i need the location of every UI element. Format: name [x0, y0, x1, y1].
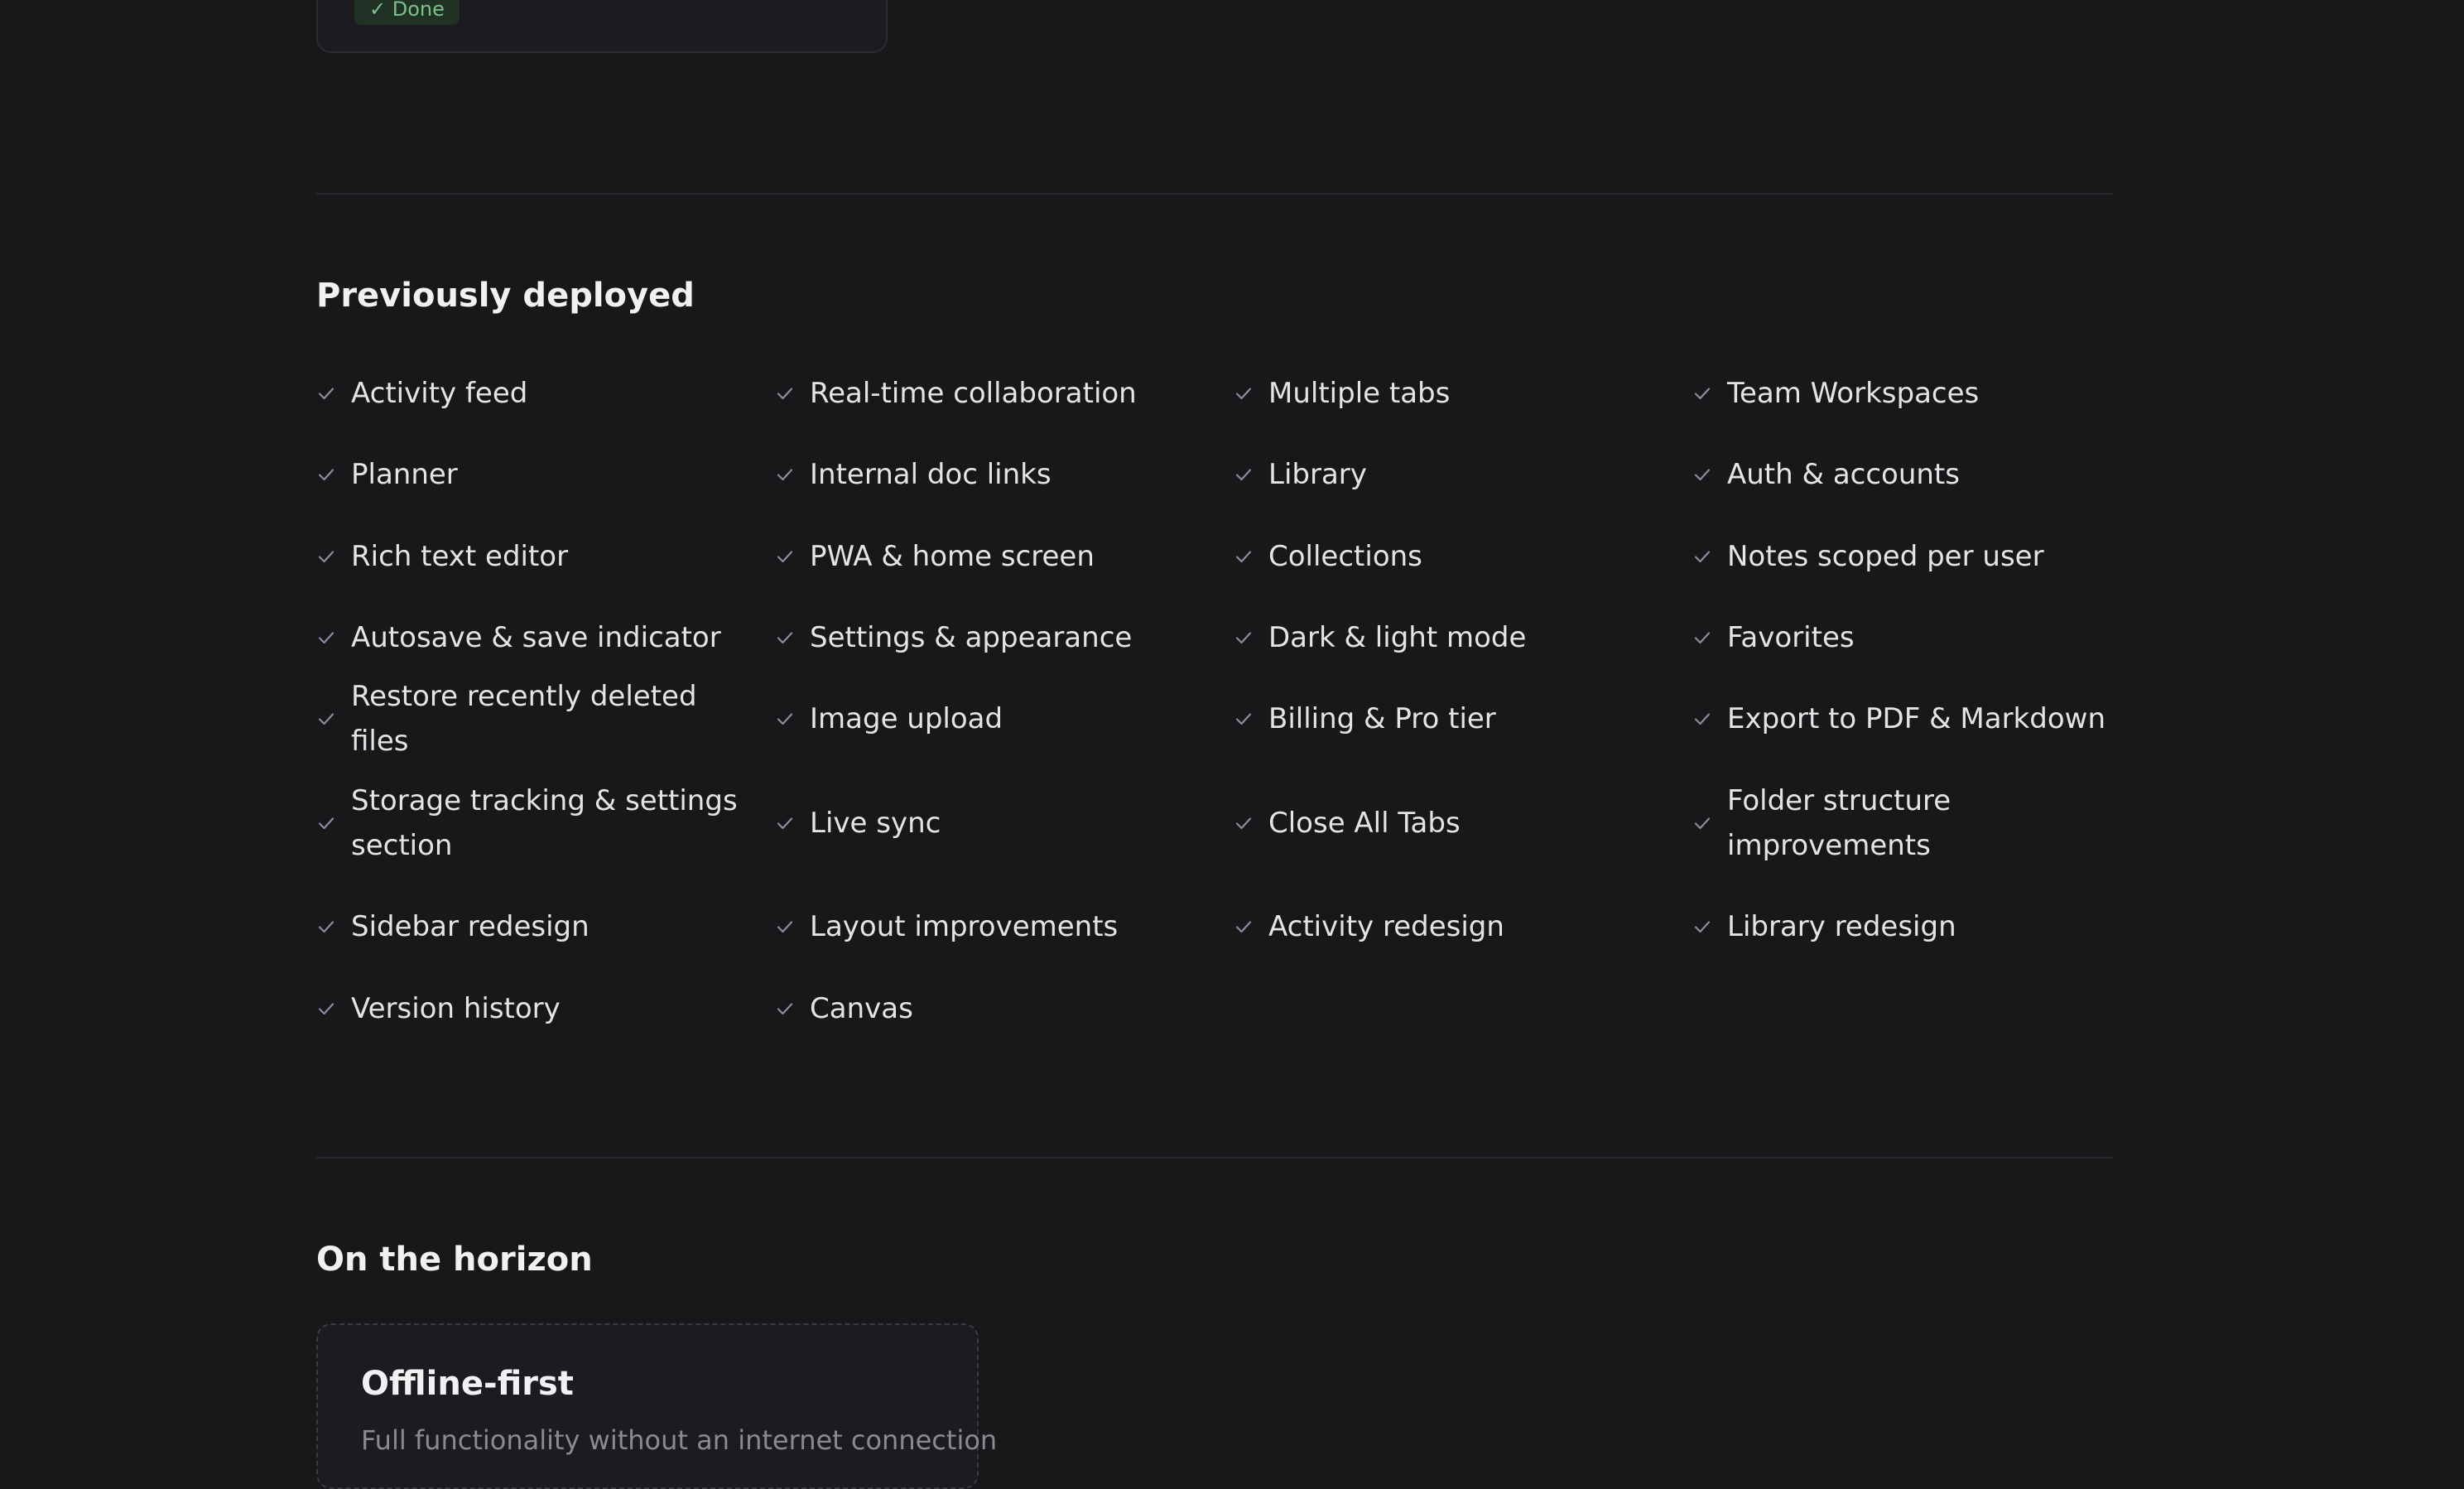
deployed-feature-item: Sidebar redesign	[316, 904, 747, 949]
horizon-card-title: Offline-first	[361, 1365, 574, 1403]
check-icon	[777, 921, 793, 933]
deployed-feature-label: Favorites	[1727, 621, 1855, 654]
deployed-feature-item: Export to PDF & Markdown	[1692, 696, 2123, 741]
check-icon	[1235, 632, 1252, 644]
deployed-feature-item: Auth & accounts	[1692, 452, 2123, 497]
deployed-feature-label: Activity redesign	[1268, 910, 1504, 943]
deployed-feature-item: Favorites	[1692, 615, 2123, 660]
check-icon	[777, 713, 793, 725]
deployed-feature-label: Version history	[351, 992, 561, 1025]
check-icon	[777, 1003, 793, 1015]
deployed-feature-label: Real-time collaboration	[810, 377, 1137, 410]
deployed-feature-label: Billing & Pro tier	[1268, 702, 1496, 735]
on-the-horizon-heading: On the horizon	[316, 1241, 593, 1279]
deployed-feature-label: Multiple tabs	[1268, 377, 1451, 410]
deployed-feature-label: Library redesign	[1727, 910, 1956, 943]
deployed-feature-label: Library	[1268, 458, 1367, 491]
deployed-feature-label: Autosave & save indicator	[351, 621, 721, 654]
deployed-feature-item: Library redesign	[1692, 904, 2123, 949]
deployed-feature-item: Team Workspaces	[1692, 371, 2123, 416]
section-divider	[316, 1157, 2113, 1159]
deployed-feature-label: Live sync	[810, 807, 941, 840]
deployed-feature-label: PWA & home screen	[810, 540, 1095, 573]
deployed-feature-label: Layout improvements	[810, 910, 1119, 943]
deployed-feature-label: Rich text editor	[351, 540, 569, 573]
check-icon	[1694, 632, 1711, 644]
check-icon	[1235, 551, 1252, 563]
check-icon	[777, 817, 793, 830]
deployed-feature-item: PWA & home screen	[775, 534, 1206, 579]
horizon-card-description: Full functionality without an internet c…	[361, 1424, 998, 1456]
deployed-feature-item: Canvas	[775, 986, 1206, 1031]
deployed-feature-item: Version history	[316, 986, 747, 1031]
deployed-feature-item: Activity redesign	[1234, 904, 1664, 949]
deployed-feature-item: Live sync	[775, 801, 1206, 846]
check-icon	[1694, 817, 1711, 830]
check-icon	[1235, 469, 1252, 481]
check-icon	[318, 1003, 334, 1015]
deployed-feature-label: Notes scoped per user	[1727, 540, 2044, 573]
deployed-feature-item: Multiple tabs	[1234, 371, 1664, 416]
deployed-feature-item: Activity feed	[316, 371, 747, 416]
check-icon	[1694, 469, 1711, 481]
deployed-feature-label: Activity feed	[351, 377, 528, 410]
check-icon	[1694, 388, 1711, 400]
deployed-feature-label: Collections	[1268, 540, 1422, 573]
deployed-feature-label: Restore recently deleted files	[351, 680, 697, 758]
previously-deployed-heading: Previously deployed	[316, 277, 695, 315]
deployed-feature-item: Library	[1234, 452, 1664, 497]
horizon-card-offline-first[interactable]: Offline-first Full functionality without…	[316, 1323, 997, 1489]
deployed-feature-item: Billing & Pro tier	[1234, 696, 1664, 741]
check-icon	[318, 632, 334, 644]
check-icon	[318, 469, 334, 481]
deployed-feature-item: Planner	[316, 452, 747, 497]
deployed-feature-label: Team Workspaces	[1727, 377, 1980, 410]
deployed-feature-item: Real-time collaboration	[775, 371, 1206, 416]
deployed-feature-item: Restore recently deleted files	[316, 680, 747, 758]
deployed-feature-item: Close All Tabs	[1234, 801, 1664, 846]
deployed-feature-item: Dark & light mode	[1234, 615, 1664, 660]
check-icon	[1694, 921, 1711, 933]
check-icon	[777, 632, 793, 644]
deployed-feature-label: Export to PDF & Markdown	[1727, 702, 2105, 735]
deployed-feature-item: Settings & appearance	[775, 615, 1206, 660]
deployed-feature-label: Settings & appearance	[810, 621, 1133, 654]
check-icon	[318, 921, 334, 933]
check-icon	[777, 388, 793, 400]
check-icon	[1235, 817, 1252, 830]
check-icon	[318, 388, 334, 400]
deployed-feature-label: Folder structure improvements	[1727, 784, 1951, 862]
deployed-feature-item: Internal doc links	[775, 452, 1206, 497]
deployed-feature-item: Collections	[1234, 534, 1664, 579]
deployed-feature-label: Sidebar redesign	[351, 910, 590, 943]
deployed-feature-label: Dark & light mode	[1268, 621, 1527, 654]
deployed-feature-label: Storage tracking & settings section	[351, 784, 738, 862]
check-icon	[1694, 713, 1711, 725]
check-icon	[1235, 713, 1252, 725]
section-divider	[316, 193, 2113, 195]
done-badge: ✓ Done	[354, 0, 460, 25]
check-icon	[1235, 388, 1252, 400]
deployed-feature-item: Rich text editor	[316, 534, 747, 579]
check-icon	[777, 469, 793, 481]
deployed-feature-item: Notes scoped per user	[1692, 534, 2123, 579]
deployed-feature-item: Autosave & save indicator	[316, 615, 747, 660]
check-icon	[318, 817, 334, 830]
check-icon	[318, 551, 334, 563]
check-icon	[1694, 551, 1711, 563]
deployed-feature-item: Layout improvements	[775, 904, 1206, 949]
deployed-feature-label: Canvas	[810, 992, 913, 1025]
shipped-feature-card: ✓ Done	[316, 0, 888, 53]
deployed-feature-label: Planner	[351, 458, 458, 491]
check-icon	[777, 551, 793, 563]
deployed-feature-label: Internal doc links	[810, 458, 1052, 491]
deployed-feature-label: Image upload	[810, 702, 1003, 735]
deployed-feature-item: Image upload	[775, 696, 1206, 741]
deployed-feature-item: Storage tracking & settings section	[316, 778, 747, 868]
deployed-feature-item: Folder structure improvements	[1692, 778, 2123, 868]
check-icon	[1235, 921, 1252, 933]
check-icon	[318, 713, 334, 725]
deployed-feature-label: Auth & accounts	[1727, 458, 1960, 491]
deployed-feature-label: Close All Tabs	[1268, 807, 1461, 840]
